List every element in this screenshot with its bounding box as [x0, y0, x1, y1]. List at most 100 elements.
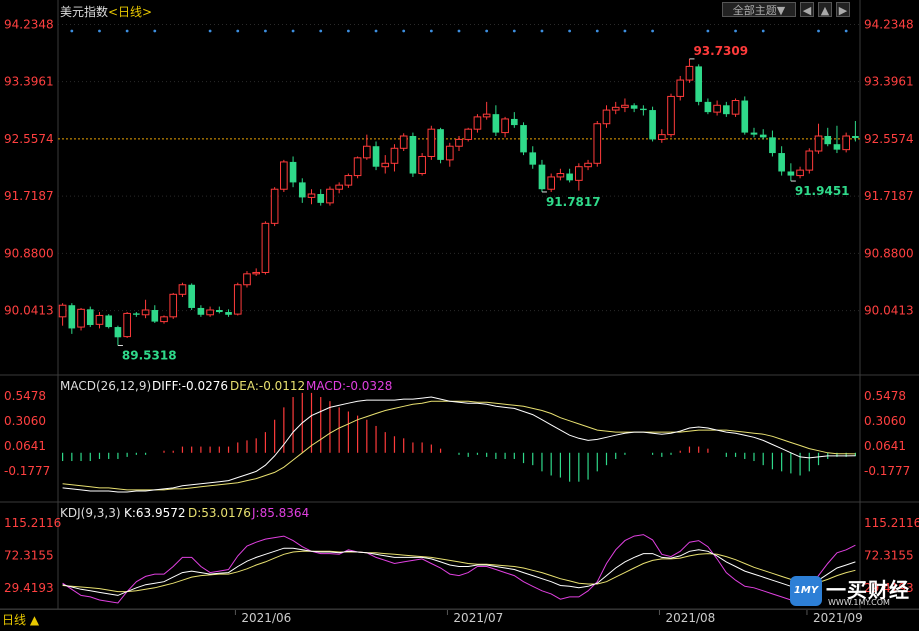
price-tick-left: 94.2348	[4, 17, 54, 31]
candle-body-down	[769, 137, 776, 154]
macd-label: MACD(26,12,9)	[60, 379, 152, 393]
candle-body-up	[556, 173, 565, 178]
candle-body-down	[566, 173, 573, 181]
candle-body-up	[280, 161, 288, 190]
signal-dots	[70, 29, 848, 33]
candle-body-up	[731, 100, 740, 115]
candle-body-down	[151, 310, 159, 322]
candlesticks	[58, 58, 859, 346]
low-annotation: 89.5318	[122, 348, 177, 362]
signal-dot	[817, 29, 820, 33]
kdj-tick-left: 115.2116	[4, 516, 61, 530]
macd-tick-right: 0.0641	[864, 439, 906, 453]
candle-body-down	[520, 125, 527, 153]
macd-tick-left: 0.0641	[4, 439, 46, 453]
macd-dea-line	[62, 400, 856, 491]
candle-body-up	[326, 188, 334, 204]
candle-body-up	[621, 104, 629, 108]
signal-dot	[457, 29, 461, 33]
price-tick-right: 90.0413	[864, 304, 914, 318]
signal-dot	[706, 29, 710, 33]
candle-body-down	[298, 182, 306, 198]
candle-body-up	[381, 162, 390, 168]
candle-body-up	[685, 65, 694, 81]
signal-dot	[761, 29, 765, 33]
candle-body-down	[114, 327, 122, 338]
candle-body-up	[206, 309, 214, 316]
candle-body-up	[160, 316, 168, 323]
macd-diff-line	[62, 396, 856, 493]
macd-tick-right: -0.1777	[864, 464, 910, 478]
signal-dot	[595, 29, 599, 33]
signal-dot	[346, 29, 350, 33]
candle-body-down	[529, 152, 537, 165]
candle-body-up	[169, 293, 178, 318]
period-tab[interactable]: 日线 ▲	[2, 611, 39, 628]
candle-body-down	[538, 164, 546, 190]
candle-body-down	[704, 101, 712, 113]
candle-body-up	[676, 79, 685, 97]
signal-dot	[623, 29, 627, 33]
candle-body-up	[473, 116, 482, 130]
macd-tick-left: 0.3060	[4, 414, 46, 428]
candle-body-down	[188, 284, 195, 308]
candle-body-down	[225, 312, 232, 315]
signal-dot	[485, 29, 489, 33]
candle-body-down	[778, 153, 785, 172]
macd-panel: 0.5478 0.5478 0.3060 0.3060 0.0641 0.0641 -0.1…	[4, 389, 910, 493]
candle-body-up	[307, 193, 316, 198]
signal-dot	[291, 29, 295, 33]
signal-dot	[319, 29, 323, 33]
candle-body-down	[852, 136, 859, 139]
candle-body-up	[141, 309, 150, 316]
price-tick-left: 90.0413	[4, 304, 54, 318]
candle-body-up	[575, 166, 583, 181]
candle-body-down	[649, 110, 656, 140]
price-tick-right: 93.3961	[864, 75, 914, 89]
candle-body-up	[399, 135, 408, 149]
kdj-d-line	[62, 550, 856, 593]
candle-body-up	[390, 147, 399, 164]
candle-body-up	[123, 312, 131, 338]
candle-body-up	[464, 128, 473, 140]
candle-body-up	[602, 109, 611, 125]
stock-chart-window: 美元指数 <日线> 全部主题▼ ◀ ▲ ▶ 94.2348 94.2348 93.3…	[0, 0, 919, 630]
candle-body-down	[492, 114, 500, 133]
high-annotation: 93.7309	[693, 44, 748, 58]
candle-body-up	[584, 162, 592, 168]
main-y-axis: 94.2348 94.2348 93.3961 93.3961 92.5574 92.55…	[4, 17, 914, 317]
candle-body-down	[317, 194, 325, 203]
chart-canvas[interactable]: 94.2348 94.2348 93.3961 93.3961 92.5574 92.55…	[0, 0, 919, 630]
kdj-label: KDJ(9,3,3)	[60, 506, 121, 520]
candle-body-down	[437, 129, 444, 160]
kdj-panel: 115.2116 115.211672.3155 72.315529.4193 29.…	[4, 516, 919, 604]
price-tick-right: 92.5574	[864, 132, 914, 146]
signal-dot	[236, 29, 240, 33]
kdj-tick-right: 72.3155	[864, 549, 914, 563]
signal-dot	[844, 29, 848, 33]
candle-body-up	[335, 184, 343, 190]
candle-body-up	[501, 118, 509, 134]
candle-body-up	[243, 273, 251, 286]
candle-body-down	[86, 309, 94, 326]
kdj-tick-left: 72.3155	[4, 549, 54, 563]
price-tick-left: 90.8800	[4, 246, 54, 260]
candle-body-up	[445, 145, 454, 161]
candle-body-down	[216, 310, 223, 313]
candle-body-down	[409, 136, 417, 174]
low-annotation: 91.9451	[795, 184, 850, 198]
kdj-k-label: K:63.9572	[124, 506, 186, 520]
candle-body-up	[814, 135, 823, 152]
signal-dot	[429, 29, 433, 33]
kdj-k-line	[62, 547, 856, 596]
candle-body-down	[68, 305, 76, 329]
candle-body-down	[741, 100, 749, 133]
candle-body-up	[657, 134, 666, 140]
kdj-tick-left: 29.4193	[4, 581, 54, 595]
watermark-logo: 1MY 一买财经 WWW.1MY.COM	[790, 574, 918, 610]
candle-body-up	[58, 304, 67, 318]
macd-tick-left: -0.1777	[4, 464, 50, 478]
candle-body-up	[178, 284, 187, 295]
signal-dot	[125, 29, 129, 33]
bottom-bar	[0, 609, 919, 631]
